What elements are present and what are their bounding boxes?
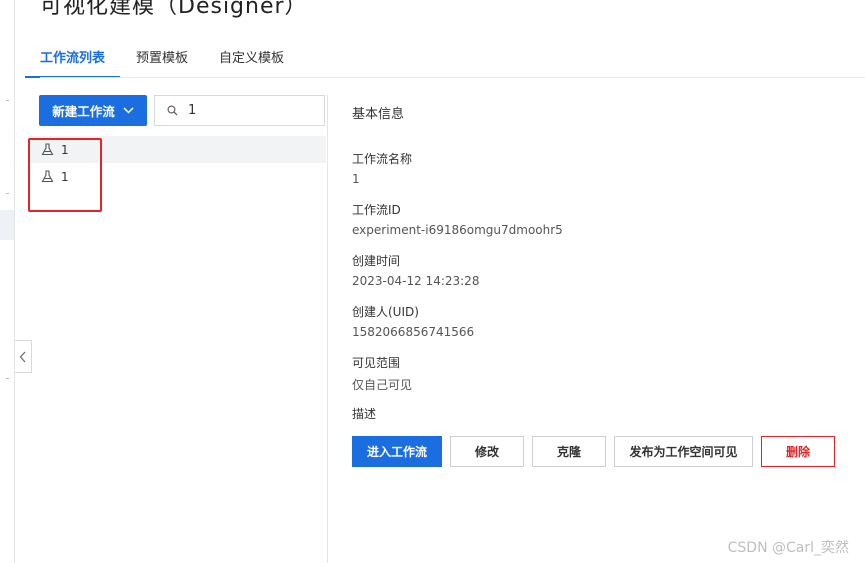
workflow-list-item[interactable]: 1: [28, 136, 326, 163]
workflow-list: 1 1: [28, 136, 326, 190]
publish-to-workspace-button[interactable]: 发布为工作空间可见: [614, 436, 753, 467]
chevron-left-icon: [19, 351, 26, 362]
workflow-name: 1: [61, 169, 69, 184]
field-label-description: 描述: [352, 407, 377, 421]
collapse-sidebar-button[interactable]: [15, 340, 32, 373]
field-label-workflow-id: 工作流ID: [352, 203, 401, 217]
new-workflow-button[interactable]: 新建工作流: [39, 95, 147, 126]
tab-workflow-list[interactable]: 工作流列表: [24, 42, 121, 78]
page-title: 可视化建模（Designer）: [40, 0, 308, 19]
watermark: CSDN @Carl_奕然: [727, 540, 849, 556]
tab-bar: 工作流列表 预置模板 自定义模板: [24, 42, 315, 78]
delete-button[interactable]: 删除: [761, 436, 835, 467]
flask-icon: [41, 170, 54, 183]
field-value-creator-uid: 1582066856741566: [352, 325, 475, 339]
tab-preset-templates[interactable]: 预置模板: [136, 42, 188, 78]
clone-button[interactable]: 克隆: [532, 436, 606, 467]
field-value-workflow-id: experiment-i69186omgu7dmoohr5: [352, 223, 563, 237]
field-value-workflow-name: 1: [352, 172, 360, 186]
rail-active-item[interactable]: [0, 210, 14, 240]
field-label-creator-uid: 创建人(UID): [352, 305, 419, 319]
enter-workflow-button[interactable]: 进入工作流: [352, 436, 442, 467]
search-box[interactable]: [154, 95, 325, 126]
search-icon: [167, 105, 178, 116]
tabs-divider: [40, 77, 865, 78]
rail-tick: [6, 193, 9, 194]
tab-custom-templates[interactable]: 自定义模板: [219, 42, 284, 78]
left-rail: [0, 0, 15, 563]
action-bar: 进入工作流 修改 克隆 发布为工作空间可见 删除: [352, 436, 843, 467]
field-value-created-time: 2023-04-12 14:23:28: [352, 274, 480, 288]
edit-button[interactable]: 修改: [450, 436, 524, 467]
section-title-basic-info: 基本信息: [352, 107, 405, 122]
field-value-visibility: 仅自己可见: [352, 378, 413, 392]
workflow-list-item[interactable]: 1: [28, 163, 326, 190]
field-label-visibility: 可见范围: [352, 356, 401, 370]
field-label-created-time: 创建时间: [352, 254, 401, 268]
rail-tick: [6, 100, 9, 101]
chevron-down-icon: [123, 107, 134, 114]
flask-icon: [41, 143, 54, 156]
field-label-workflow-name: 工作流名称: [352, 152, 413, 166]
workflow-name: 1: [61, 142, 69, 157]
new-workflow-label: 新建工作流: [52, 104, 115, 119]
search-input[interactable]: [188, 103, 308, 118]
panel-divider: [327, 95, 328, 563]
rail-tick: [6, 378, 9, 379]
